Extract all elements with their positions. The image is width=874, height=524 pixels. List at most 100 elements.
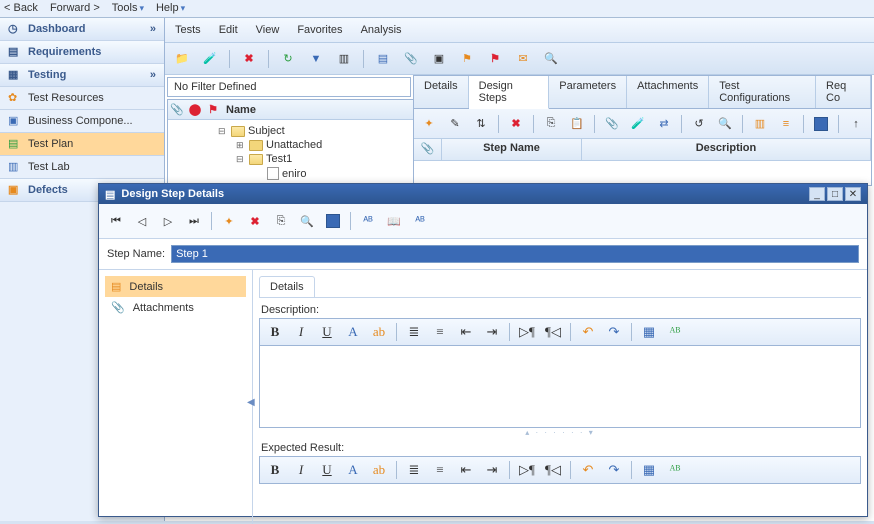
tab-details[interactable]: Details bbox=[414, 76, 469, 108]
call-test-icon[interactable]: 🧪 bbox=[627, 113, 649, 135]
close-button[interactable]: ✕ bbox=[845, 187, 861, 201]
dialog-nav-details[interactable]: ▤ Details bbox=[105, 276, 246, 297]
new-step-icon[interactable]: ✦ bbox=[218, 210, 240, 232]
sidebar-item-test-resources[interactable]: ✿ Test Resources bbox=[0, 87, 164, 110]
menu-tests[interactable]: Tests bbox=[175, 24, 201, 36]
attachment-col-icon[interactable]: 📎 bbox=[168, 103, 186, 116]
sidebar-item-test-plan[interactable]: ▤ Test Plan bbox=[0, 133, 164, 156]
step-name-input[interactable] bbox=[171, 245, 859, 263]
table-icon[interactable]: ▦ bbox=[638, 460, 660, 480]
tree-node-unattached[interactable]: ⊞ Unattached bbox=[170, 138, 412, 152]
edit-step-icon[interactable]: ✎ bbox=[444, 113, 466, 135]
paste-step-icon[interactable]: 📋 bbox=[566, 113, 588, 135]
undo-icon[interactable]: ↶ bbox=[577, 460, 599, 480]
find-icon[interactable]: 🔍 bbox=[296, 210, 318, 232]
spelling-options-icon[interactable]: ᴬᴮ bbox=[409, 210, 431, 232]
list-number-icon[interactable]: ≡ bbox=[429, 322, 451, 342]
flag-col-icon[interactable]: ⚑ bbox=[204, 103, 222, 116]
adjust-rows-icon[interactable]: ≡ bbox=[775, 113, 797, 135]
copy-icon[interactable]: ▣ bbox=[428, 48, 450, 70]
menu-analysis[interactable]: Analysis bbox=[361, 24, 402, 36]
outdent-icon[interactable]: ⇤ bbox=[455, 322, 477, 342]
table-icon[interactable]: ▦ bbox=[638, 322, 660, 342]
indent-icon[interactable]: ⇥ bbox=[481, 322, 503, 342]
find-step-icon[interactable]: 🔍 bbox=[714, 113, 736, 135]
sidebar-testing[interactable]: ▦Testing » bbox=[0, 64, 164, 87]
thesaurus-icon[interactable]: 📖 bbox=[383, 210, 405, 232]
delete-step-icon[interactable]: ✖ bbox=[244, 210, 266, 232]
ltr-icon[interactable]: ▷¶ bbox=[516, 322, 538, 342]
sidebar-item-business-compone[interactable]: ▣ Business Compone... bbox=[0, 110, 164, 133]
tab-test-configurations[interactable]: Test Configurations bbox=[709, 76, 816, 108]
spellcheck-icon[interactable]: ᴬᴮ bbox=[664, 322, 686, 342]
collapse-handle-icon[interactable]: ◀ bbox=[247, 397, 255, 408]
dialog-nav-attachments[interactable]: 📎 Attachments bbox=[105, 297, 246, 318]
copy-step-icon[interactable]: ⎘ bbox=[540, 113, 562, 135]
dialog-tab-details[interactable]: Details bbox=[259, 276, 315, 297]
underline-icon[interactable]: U bbox=[316, 322, 338, 342]
tools-menu[interactable]: Tools▾ bbox=[112, 2, 144, 15]
indent-icon[interactable]: ⇥ bbox=[481, 460, 503, 480]
italic-icon[interactable]: I bbox=[290, 460, 312, 480]
menu-favorites[interactable]: Favorites bbox=[297, 24, 342, 36]
columns-icon[interactable]: ▥ bbox=[333, 48, 355, 70]
delete-icon[interactable]: ✖ bbox=[238, 48, 260, 70]
select-columns-icon[interactable]: ▥ bbox=[749, 113, 771, 135]
splitter[interactable]: ▴ · · · · · · ▾ bbox=[259, 428, 861, 436]
move-up-icon[interactable]: ↑ bbox=[845, 113, 867, 135]
prev-icon[interactable]: ◁ bbox=[131, 210, 153, 232]
sidebar-requirements[interactable]: ▤Requirements bbox=[0, 41, 164, 64]
undo-icon[interactable]: ↶ bbox=[577, 322, 599, 342]
last-icon[interactable]: ⏭ bbox=[183, 210, 205, 232]
find-replace-icon[interactable]: ↺ bbox=[688, 113, 710, 135]
dialog-titlebar[interactable]: ▤ Design Step Details _ □ ✕ bbox=[99, 184, 867, 204]
description-textarea[interactable] bbox=[259, 346, 861, 428]
help-menu[interactable]: Help▾ bbox=[156, 2, 185, 15]
tab-parameters[interactable]: Parameters bbox=[549, 76, 627, 108]
flag-orange-icon[interactable]: ⚑ bbox=[456, 48, 478, 70]
italic-icon[interactable]: I bbox=[290, 322, 312, 342]
menu-edit[interactable]: Edit bbox=[219, 24, 238, 36]
tab-attachments[interactable]: Attachments bbox=[627, 76, 709, 108]
forward-button[interactable]: Forward > bbox=[50, 2, 100, 15]
next-icon[interactable]: ▷ bbox=[157, 210, 179, 232]
tab-req-co[interactable]: Req Co bbox=[816, 76, 871, 108]
renumber-icon[interactable]: ⇅ bbox=[470, 113, 492, 135]
redo-icon[interactable]: ↷ bbox=[603, 460, 625, 480]
attachment-icon[interactable]: 📎 bbox=[400, 48, 422, 70]
new-step-icon[interactable]: ✦ bbox=[418, 113, 440, 135]
menu-view[interactable]: View bbox=[256, 24, 280, 36]
attachment-step-icon[interactable]: 📎 bbox=[601, 113, 623, 135]
delete-step-icon[interactable]: ✖ bbox=[505, 113, 527, 135]
rtl-icon[interactable]: ¶◁ bbox=[542, 460, 564, 480]
grid-col-step-name[interactable]: Step Name bbox=[442, 139, 582, 160]
spellcheck-icon[interactable]: ᴬᴮ bbox=[357, 210, 379, 232]
flag-red-icon[interactable]: ⚑ bbox=[484, 48, 506, 70]
spellcheck-icon[interactable]: ᴬᴮ bbox=[664, 460, 686, 480]
collapse-icon[interactable]: ⊟ bbox=[218, 126, 228, 137]
highlight-icon[interactable]: ab bbox=[368, 322, 390, 342]
filter-icon[interactable]: ▼ bbox=[305, 48, 327, 70]
bold-icon[interactable]: B bbox=[264, 460, 286, 480]
font-color-icon[interactable]: A bbox=[342, 322, 364, 342]
new-test-icon[interactable]: 🧪 bbox=[199, 48, 221, 70]
tree-node-subject[interactable]: ⊟ Subject bbox=[170, 124, 412, 138]
alert-col-icon[interactable]: ⬤ bbox=[186, 103, 204, 116]
collapse-icon[interactable]: ⊟ bbox=[236, 154, 246, 165]
tab-design-steps[interactable]: Design Steps bbox=[469, 76, 550, 109]
parameters-icon[interactable]: ⇄ bbox=[653, 113, 675, 135]
mail-icon[interactable]: ✉ bbox=[512, 48, 534, 70]
bold-icon[interactable]: B bbox=[264, 322, 286, 342]
maximize-button[interactable]: □ bbox=[827, 187, 843, 201]
rtl-icon[interactable]: ¶◁ bbox=[542, 322, 564, 342]
tree-node-eniro[interactable]: eniro bbox=[170, 166, 412, 181]
redo-icon[interactable]: ↷ bbox=[603, 322, 625, 342]
minimize-button[interactable]: _ bbox=[809, 187, 825, 201]
sidebar-dashboard[interactable]: ◷Dashboard » bbox=[0, 18, 164, 41]
back-button[interactable]: < Back bbox=[4, 2, 38, 15]
expand-icon[interactable]: ⊞ bbox=[236, 140, 246, 151]
tree-node-test1[interactable]: ⊟ Test1 bbox=[170, 152, 412, 166]
assign-icon[interactable]: ▤ bbox=[372, 48, 394, 70]
ltr-icon[interactable]: ▷¶ bbox=[516, 460, 538, 480]
grid-col-description[interactable]: Description bbox=[582, 139, 871, 160]
